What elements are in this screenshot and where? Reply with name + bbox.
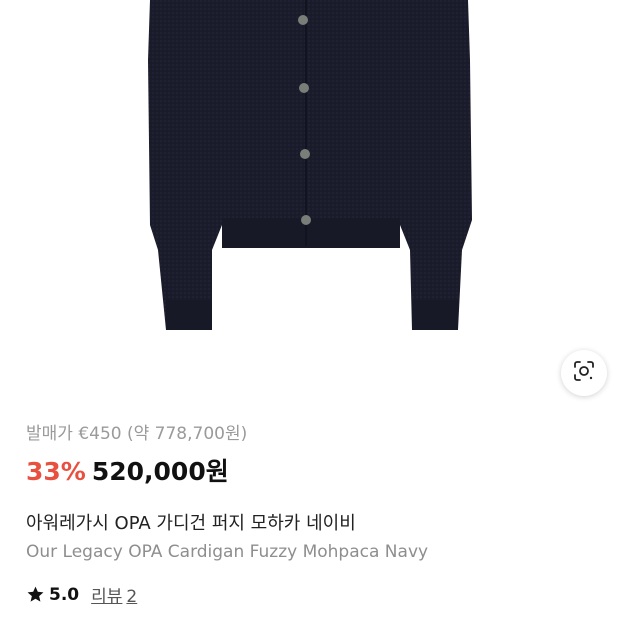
cardigan-button (298, 15, 308, 25)
product-title-korean: 아워레가시 OPA 가디건 퍼지 모하카 네이비 (26, 513, 356, 534)
cardigan-hem (222, 218, 400, 248)
original-price: 발매가 €450 (약 778,700원) (26, 424, 248, 444)
lens-search-icon (573, 360, 595, 386)
price-row: 33% 520,000원 (26, 452, 600, 488)
reviews-link[interactable]: 리뷰 2 (91, 582, 137, 607)
cardigan-button (301, 215, 311, 225)
reviews-label: 리뷰 (91, 587, 123, 607)
sale-price: 520,000원 (91, 457, 229, 486)
cardigan-body (148, 0, 472, 330)
product-title-english: Our Legacy OPA Cardigan Fuzzy Mohpaca Na… (26, 542, 429, 562)
cardigan-button (299, 83, 309, 93)
discount-rate: 33% (26, 457, 86, 486)
cardigan-button (300, 149, 310, 159)
left-cuff (166, 300, 212, 330)
rating-value: 5.0 (49, 584, 80, 605)
right-cuff (412, 300, 458, 330)
reviews-count: 2 (126, 587, 138, 607)
image-search-button[interactable] (561, 350, 607, 396)
cardigan-illustration (148, 0, 472, 330)
product-detail-page: 발매가 €450 (약 778,700원) 33% 520,000원 아워레가시… (0, 0, 620, 620)
rating-row: 5.0 리뷰 2 (26, 582, 600, 607)
star-icon (26, 585, 45, 604)
product-image[interactable] (0, 0, 620, 410)
product-info: 발매가 €450 (약 778,700원) 33% 520,000원 아워레가시… (26, 422, 600, 607)
